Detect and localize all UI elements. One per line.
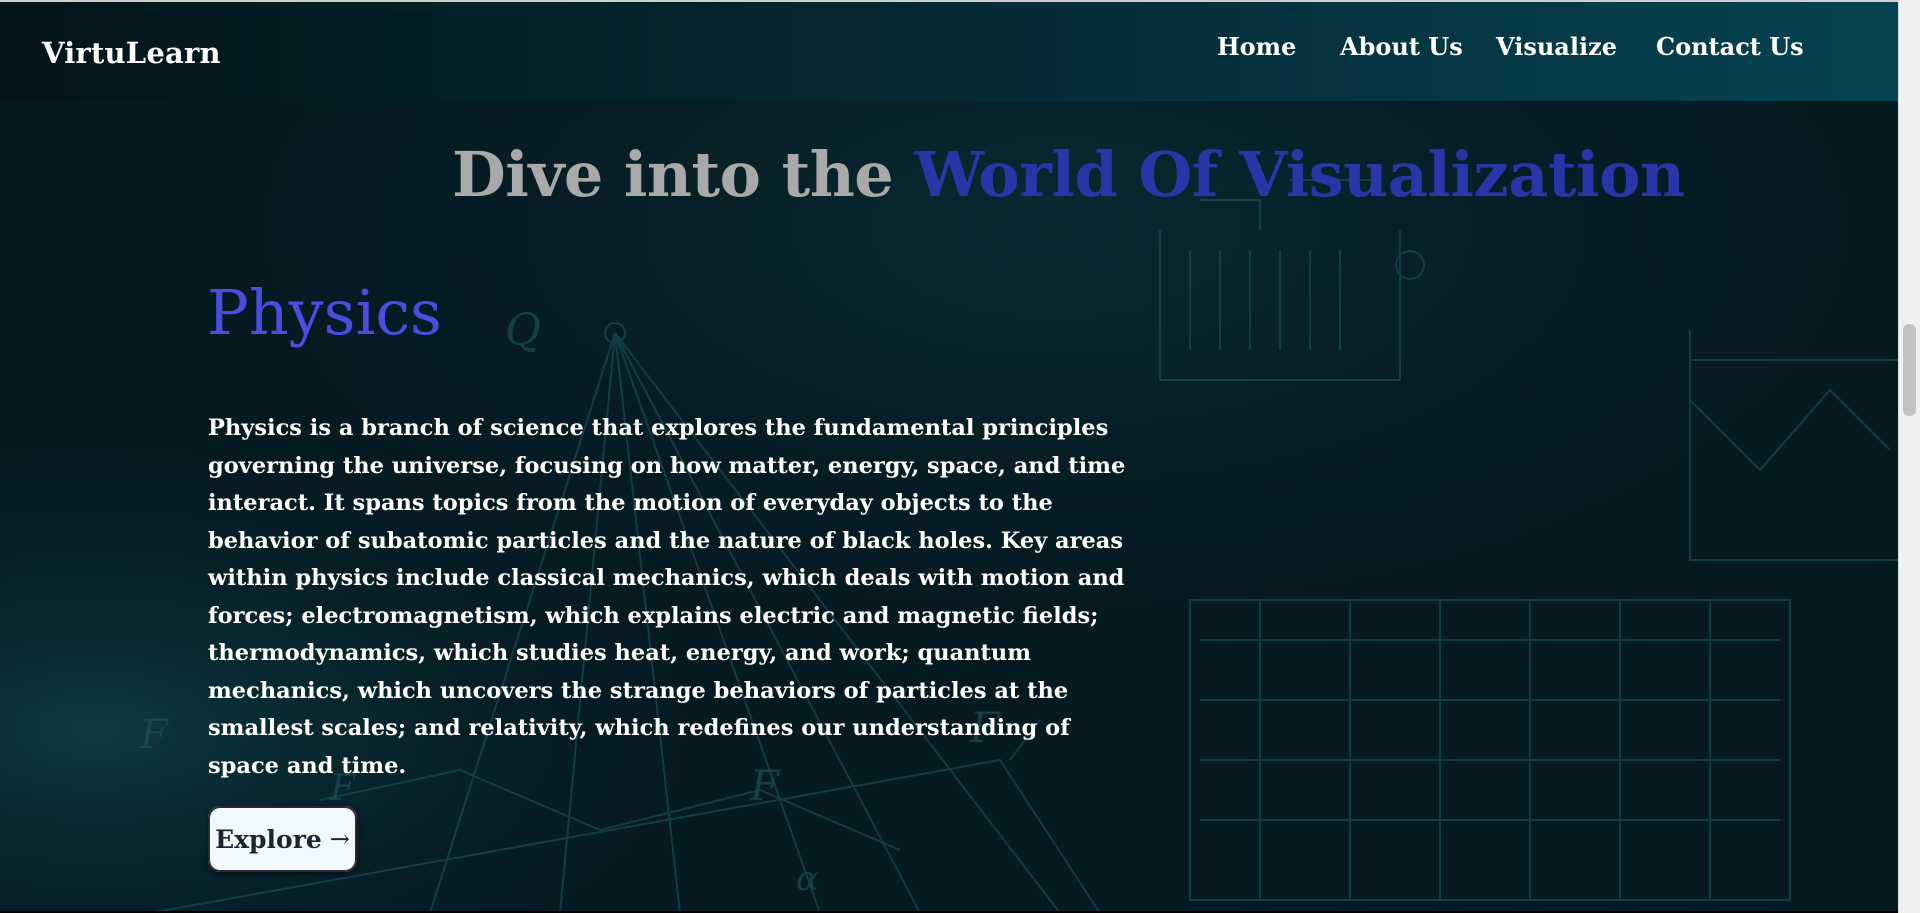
right-arrow-icon: → (329, 825, 350, 853)
page-headline: Dive into the World Of Visualization (452, 138, 1685, 211)
top-navigation-bar: VirtuLearn Home About Us Visualize Conta… (0, 0, 1898, 101)
nav-about-us-link[interactable]: About Us (1340, 32, 1463, 61)
nav-visualize-link[interactable]: Visualize (1496, 32, 1617, 61)
subject-title: Physics (207, 276, 442, 349)
explore-button[interactable]: Explore → (208, 806, 357, 872)
vertical-scrollbar[interactable] (1898, 0, 1920, 913)
headline-highlight: World Of Visualization (914, 138, 1685, 211)
nav-home-link[interactable]: Home (1217, 32, 1296, 61)
svg-text:α: α (796, 859, 819, 899)
scrollbar-thumb[interactable] (1903, 324, 1916, 416)
headline-prefix: Dive into the (452, 138, 894, 211)
explore-button-label: Explore (215, 824, 322, 854)
nav-contact-us-link[interactable]: Contact Us (1656, 32, 1804, 61)
svg-text:F: F (139, 712, 169, 758)
brand-logo[interactable]: VirtuLearn (42, 36, 221, 70)
svg-text:Q: Q (505, 305, 541, 356)
subject-description: Physics is a branch of science that expl… (208, 415, 1126, 779)
